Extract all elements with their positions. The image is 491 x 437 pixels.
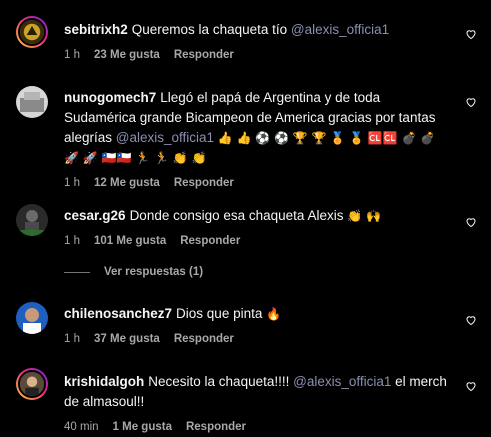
- avatar[interactable]: [16, 86, 48, 118]
- view-replies-label: Ver respuestas (1): [104, 266, 204, 278]
- reply-button[interactable]: Responder: [174, 331, 234, 347]
- comment-text: nunogomech7 Llegó el papá de Argentina y …: [64, 88, 451, 168]
- comment-username[interactable]: cesar.g26: [64, 208, 126, 223]
- comment-time[interactable]: 1 h: [64, 47, 80, 63]
- heart-icon[interactable]: [465, 28, 477, 40]
- comment-body: Necesito la chaqueta!!!!: [148, 374, 290, 389]
- comment-mention[interactable]: @alexis_officia1: [116, 130, 214, 145]
- comment-username[interactable]: krishidalgoh: [64, 374, 144, 389]
- reply-button[interactable]: Responder: [186, 419, 246, 435]
- comment-mention[interactable]: @alexis_officia1: [291, 22, 389, 37]
- comment-body: Donde consigo esa chaqueta Alexis: [129, 208, 344, 223]
- comment-time[interactable]: 40 min: [64, 419, 99, 435]
- comment-likes[interactable]: 1 Me gusta: [113, 419, 172, 435]
- comment-meta: 1 h 12 Me gusta Responder: [64, 175, 451, 191]
- comment-likes[interactable]: 23 Me gusta: [94, 47, 160, 63]
- comment-username[interactable]: chilenosanchez7: [64, 306, 172, 321]
- comment-meta: 40 min 1 Me gusta Responder: [64, 419, 451, 435]
- comment-emojis: 🔥: [266, 307, 282, 321]
- comment-meta: 1 h 23 Me gusta Responder: [64, 47, 451, 63]
- divider-line: [64, 271, 90, 273]
- comment-username[interactable]: sebitrixh2: [64, 22, 128, 37]
- reply-button[interactable]: Responder: [180, 233, 240, 249]
- avatar[interactable]: [16, 302, 48, 334]
- avatar[interactable]: [16, 204, 48, 236]
- reply-button[interactable]: Responder: [174, 47, 234, 63]
- heart-icon[interactable]: [465, 216, 477, 228]
- avatar[interactable]: [16, 16, 48, 48]
- heart-icon[interactable]: [465, 96, 477, 108]
- comment-text: krishidalgoh Necesito la chaqueta!!!! @al…: [64, 372, 451, 412]
- comment-emojis: 👏 🙌: [347, 209, 381, 223]
- comment-likes[interactable]: 37 Me gusta: [94, 331, 160, 347]
- comments-list: sebitrixh2 Queremos la chaqueta tío @alex…: [0, 0, 491, 437]
- avatar[interactable]: [16, 368, 48, 400]
- comment-meta: 1 h 101 Me gusta Responder: [64, 233, 451, 249]
- comment-text: sebitrixh2 Queremos la chaqueta tío @alex…: [64, 20, 451, 40]
- comment-time[interactable]: 1 h: [64, 233, 80, 249]
- comment-time[interactable]: 1 h: [64, 175, 80, 191]
- comment-text: cesar.g26 Donde consigo esa chaqueta Alex…: [64, 206, 451, 226]
- heart-icon[interactable]: [465, 380, 477, 392]
- heart-icon[interactable]: [465, 314, 477, 326]
- comment-time[interactable]: 1 h: [64, 331, 80, 347]
- comment-likes[interactable]: 12 Me gusta: [94, 175, 160, 191]
- comment-meta: 1 h 37 Me gusta Responder: [64, 331, 451, 347]
- comment-likes[interactable]: 101 Me gusta: [94, 233, 166, 249]
- reply-button[interactable]: Responder: [174, 175, 234, 191]
- comment-body: Dios que pinta: [176, 306, 263, 321]
- comment-username[interactable]: nunogomech7: [64, 90, 156, 105]
- comment-mention[interactable]: @alexis_officia1: [293, 374, 391, 389]
- view-replies-button[interactable]: Ver respuestas (1): [64, 266, 203, 278]
- comment-text: chilenosanchez7 Dios que pinta 🔥: [64, 304, 451, 324]
- comment-body: Queremos la chaqueta tío: [131, 22, 288, 37]
